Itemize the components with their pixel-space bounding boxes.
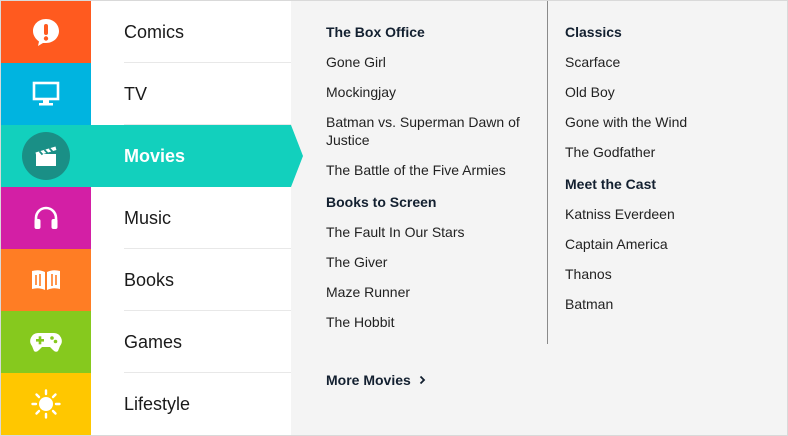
active-icon-circle [22,132,70,180]
submenu-link[interactable]: Mockingjay [326,83,536,101]
category-label: Books [124,269,175,290]
category-item-tv[interactable]: TV [91,63,291,125]
monitor-icon [32,81,60,106]
category-tile-lifestyle[interactable] [1,373,91,435]
category-label: Comics [124,21,185,42]
submenu-link[interactable]: Old Boy [565,83,745,101]
submenu-column-2: Classics Scarface Old Boy Gone with the … [565,23,745,325]
chevron-right-icon [419,375,426,385]
category-label: Music [124,207,172,228]
open-book-icon [32,270,60,290]
section-title: Meet the Cast [565,176,657,192]
section-books-to-screen: Books to Screen The Fault In Our Stars T… [326,193,536,331]
category-icon-strip [1,1,91,435]
category-tile-books[interactable] [1,249,91,311]
submenu-link[interactable]: Maze Runner [326,283,536,301]
category-tile-movies[interactable] [1,125,91,187]
more-movies-link[interactable]: More Movies [326,372,426,388]
section-title: Classics [565,24,622,40]
submenu-column-1: The Box Office Gone Girl Mockingjay Batm… [326,23,536,343]
column-divider [547,1,548,344]
section-meet-the-cast: Meet the Cast Katniss Everdeen Captain A… [565,175,745,313]
category-item-movies[interactable]: Movies [91,125,303,187]
section-box-office: The Box Office Gone Girl Mockingjay Batm… [326,23,536,179]
category-item-games[interactable]: Games [91,311,291,373]
category-item-music[interactable]: Music [91,187,291,249]
category-list: Comics TV Movies Music Books Games Lifes… [91,1,303,435]
more-movies-label: More Movies [326,372,411,388]
section-title: Books to Screen [326,194,437,210]
submenu-link[interactable]: Batman vs. Superman Dawn of Justice [326,113,536,149]
submenu-link[interactable]: The Hobbit [326,313,536,331]
submenu-link[interactable]: Katniss Everdeen [565,205,745,223]
category-label: Games [124,331,183,352]
category-item-comics[interactable]: Comics [91,1,291,63]
submenu-link[interactable]: The Fault In Our Stars [326,223,536,241]
submenu-link[interactable]: Thanos [565,265,745,283]
category-item-lifestyle[interactable]: Lifestyle [91,373,291,435]
submenu-link[interactable]: Scarface [565,53,745,71]
category-item-books[interactable]: Books [91,249,291,311]
exclamation-bubble-icon [33,19,59,46]
sun-icon [31,389,61,419]
category-label: Lifestyle [124,393,191,414]
section-classics: Classics Scarface Old Boy Gone with the … [565,23,745,161]
clapperboard-icon [35,146,57,166]
section-title: The Box Office [326,24,425,40]
submenu-link[interactable]: Gone with the Wind [565,113,745,131]
submenu-link[interactable]: Gone Girl [326,53,536,71]
submenu-link[interactable]: Batman [565,295,745,313]
category-tile-comics[interactable] [1,1,91,63]
submenu-link[interactable]: Captain America [565,235,745,253]
submenu-panel: The Box Office Gone Girl Mockingjay Batm… [291,1,787,435]
submenu-link[interactable]: The Battle of the Five Armies [326,161,536,179]
category-tile-tv[interactable] [1,63,91,125]
category-label: TV [124,83,148,104]
category-label: Movies [124,145,186,166]
headphones-icon [34,206,58,229]
mega-menu: Comics TV Movies Music Books Games Lifes… [0,0,788,436]
submenu-link[interactable]: The Godfather [565,143,745,161]
category-tile-music[interactable] [1,187,91,249]
category-tile-games[interactable] [1,311,91,373]
submenu-link[interactable]: The Giver [326,253,536,271]
gamepad-icon [30,333,62,352]
